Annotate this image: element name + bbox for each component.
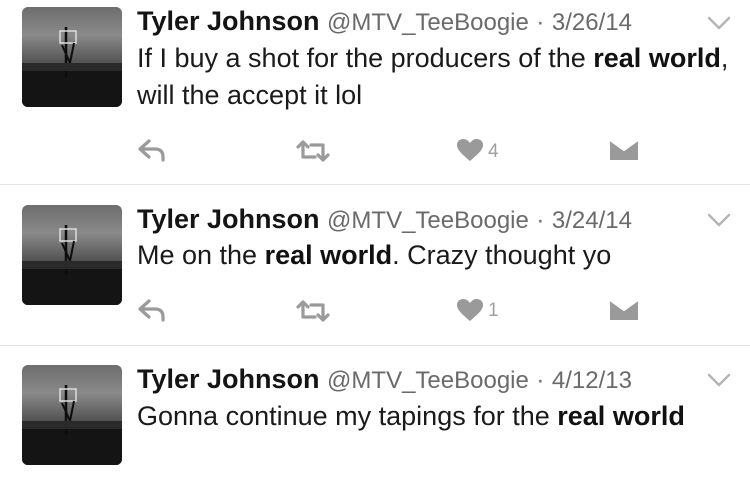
like-count: 4 xyxy=(488,141,499,162)
user-handle[interactable]: @MTV_TeeBoogie xyxy=(327,367,529,394)
like-count: 1 xyxy=(488,300,499,321)
avatar[interactable] xyxy=(22,365,122,465)
avatar[interactable] xyxy=(22,205,122,305)
tweet-text-part: If I buy a shot for the producers of the xyxy=(137,43,594,73)
chevron-down-icon[interactable] xyxy=(703,12,735,34)
tweet-text-part: Me on the xyxy=(137,240,265,270)
heart-icon[interactable] xyxy=(456,138,484,162)
display-name[interactable]: Tyler Johnson xyxy=(137,364,320,394)
tweet-text-part xyxy=(605,401,613,431)
separator-dot: · xyxy=(536,9,545,36)
tweet-text-part xyxy=(641,43,649,73)
envelope-icon[interactable] xyxy=(609,138,639,162)
chevron-down-icon[interactable] xyxy=(703,369,735,391)
avatar[interactable] xyxy=(22,7,122,107)
display-name[interactable]: Tyler Johnson xyxy=(137,6,320,36)
reply-icon[interactable] xyxy=(137,138,167,162)
tweet-2[interactable]: Tyler Johnson @MTV_TeeBoogie · 3/24/14 M… xyxy=(0,185,750,346)
display-name[interactable]: Tyler Johnson xyxy=(137,204,320,234)
tweet-date[interactable]: 3/24/14 xyxy=(552,207,632,234)
highlight-keyword: real world xyxy=(264,240,393,270)
reply-icon[interactable] xyxy=(137,298,167,322)
heart-icon[interactable] xyxy=(456,298,484,322)
user-handle[interactable]: @MTV_TeeBoogie xyxy=(327,207,529,234)
tweet-text: Me on the real world. Crazy thought yo xyxy=(137,237,737,274)
tweet-header: Tyler Johnson @MTV_TeeBoogie · 4/12/13 xyxy=(137,362,632,396)
highlight-keyword: real xyxy=(557,401,606,431)
separator-dot: · xyxy=(536,367,545,394)
tweet-1[interactable]: Tyler Johnson @MTV_TeeBoogie · 3/26/14 I… xyxy=(0,0,750,185)
tweet-date[interactable]: 3/26/14 xyxy=(552,9,632,36)
chevron-down-icon[interactable] xyxy=(703,209,735,231)
tweet-text-part: . Crazy thought yo xyxy=(392,240,612,270)
tweet-header: Tyler Johnson @MTV_TeeBoogie · 3/26/14 xyxy=(137,4,632,38)
tweet-date[interactable]: 4/12/13 xyxy=(552,367,632,394)
tweet-text: If I buy a shot for the producers of the… xyxy=(137,40,737,114)
tweet-header: Tyler Johnson @MTV_TeeBoogie · 3/24/14 xyxy=(137,202,632,236)
separator-dot: · xyxy=(536,207,545,234)
highlight-keyword: world xyxy=(612,401,685,431)
tweet-text: Gonna continue my tapings for the real w… xyxy=(137,398,737,435)
user-handle[interactable]: @MTV_TeeBoogie xyxy=(327,9,529,36)
retweet-icon[interactable] xyxy=(295,299,331,323)
highlight-keyword: world xyxy=(648,43,721,73)
envelope-icon[interactable] xyxy=(609,298,639,322)
tweet-text-part: Gonna continue my tapings for the xyxy=(137,401,558,431)
retweet-icon[interactable] xyxy=(295,139,331,163)
tweet-3[interactable]: Tyler Johnson @MTV_TeeBoogie · 4/12/13 G… xyxy=(0,346,750,486)
highlight-keyword: real xyxy=(593,43,642,73)
